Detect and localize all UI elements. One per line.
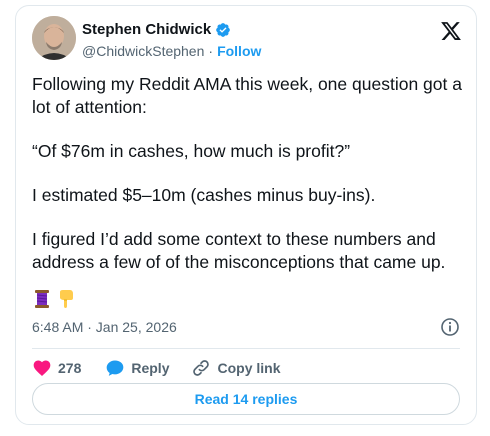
info-icon[interactable] bbox=[440, 317, 460, 337]
handle-separator: · bbox=[208, 43, 214, 59]
tweet-emojis bbox=[32, 289, 76, 309]
tweet-timestamp[interactable]: 6:48 AM · Jan 25, 2026 bbox=[32, 319, 177, 335]
verified-badge-icon bbox=[215, 22, 231, 38]
like-count: 278 bbox=[58, 360, 82, 376]
copy-link-label: Copy link bbox=[217, 360, 281, 376]
reply-label: Reply bbox=[131, 360, 170, 376]
tweet-paragraph: I figured I’d add some context to these … bbox=[32, 229, 446, 272]
speech-bubble-icon bbox=[107, 360, 124, 376]
x-logo-icon[interactable] bbox=[440, 20, 462, 42]
author-handle[interactable]: @ChidwickStephen bbox=[82, 43, 204, 59]
pointing-down-icon bbox=[56, 289, 76, 309]
author-handle-row: @ChidwickStephen · Follow bbox=[82, 43, 261, 59]
like-button[interactable]: 278 bbox=[32, 358, 81, 378]
tweet-card: Stephen Chidwick @ChidwickStephen · Foll… bbox=[15, 5, 477, 425]
tweet-actions: 278 Reply Copy link bbox=[32, 356, 281, 380]
heart-icon bbox=[33, 360, 51, 376]
tweet-text: Following my Reddit AMA this week, one q… bbox=[32, 73, 464, 274]
copy-link-button[interactable]: Copy link bbox=[191, 358, 281, 378]
reply-button[interactable]: Reply bbox=[105, 358, 169, 378]
thread-spool-icon bbox=[32, 289, 52, 309]
tweet-paragraph: Following my Reddit AMA this week, one q… bbox=[32, 74, 462, 117]
author-name-row: Stephen Chidwick bbox=[82, 21, 231, 38]
link-icon bbox=[193, 360, 210, 376]
tweet-paragraph: I estimated $5–10m (cashes minus buy-ins… bbox=[32, 185, 376, 205]
author-display-name[interactable]: Stephen Chidwick bbox=[82, 21, 211, 38]
follow-link[interactable]: Follow bbox=[217, 43, 261, 59]
tweet-paragraph: “Of $76m in cashes, how much is profit?” bbox=[32, 141, 351, 161]
read-replies-button[interactable]: Read 14 replies bbox=[32, 383, 460, 415]
divider bbox=[32, 348, 460, 349]
avatar[interactable] bbox=[32, 16, 76, 60]
